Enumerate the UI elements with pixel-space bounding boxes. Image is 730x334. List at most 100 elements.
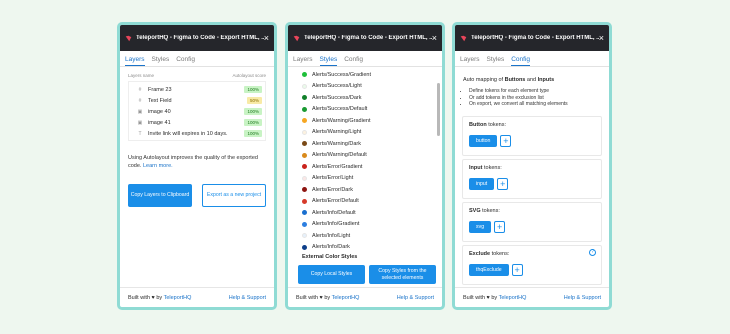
teleporthq-link[interactable]: TeleportHQ: [332, 295, 360, 301]
list-item[interactable]: Alerts/Error/Light: [302, 173, 442, 185]
list-item[interactable]: Alerts/Success/Light: [302, 81, 442, 93]
list-item[interactable]: Alerts/Info/Light: [302, 230, 442, 242]
color-swatch-icon: [302, 244, 307, 250]
layer-name: Frame 23: [148, 86, 172, 93]
color-swatch-icon: [302, 221, 307, 227]
footer: Built with ♥ by TeleportHQ Help & Suppor…: [455, 287, 609, 307]
list-item[interactable]: Alerts/Success/Default: [302, 104, 442, 116]
close-icon[interactable]: ×: [432, 33, 437, 43]
tab-layers[interactable]: Layers: [293, 51, 313, 66]
layers-actions: Copy Layers to Clipboard Export as a new…: [128, 184, 266, 207]
tab-styles[interactable]: Styles: [319, 51, 338, 66]
help-support-link[interactable]: Help & Support: [397, 295, 434, 301]
style-name: Alerts/Warning/Gradient: [312, 117, 371, 124]
export-project-button[interactable]: Export as a new project: [202, 184, 266, 207]
tab-config[interactable]: Config: [511, 51, 531, 66]
color-swatch-icon: [302, 152, 307, 158]
color-swatch-icon: [302, 106, 307, 112]
copy-selected-styles-button[interactable]: Copy Styles from the selected elements: [369, 265, 436, 284]
teleporthq-link[interactable]: TeleportHQ: [499, 295, 527, 301]
score-badge: 100%: [244, 119, 262, 126]
layers-name-header: Layers name: [128, 73, 155, 78]
heart-icon: ♥: [319, 294, 323, 301]
window-title: TeleportHQ - Figma to Code - Export HTML…: [304, 35, 432, 41]
help-support-link[interactable]: Help & Support: [229, 295, 266, 301]
style-name: Alerts/Error/Gradient: [312, 163, 363, 170]
token-chip[interactable]: thqExclude: [469, 263, 509, 276]
list-item[interactable]: Alerts/Warning/Default: [302, 150, 442, 162]
frame-icon: #: [138, 97, 142, 104]
list-item[interactable]: Alerts/Warning/Gradient: [302, 115, 442, 127]
learn-more-link[interactable]: Learn more.: [143, 163, 173, 169]
token-chip[interactable]: input: [469, 177, 495, 190]
style-name: Alerts/Success/Gradient: [312, 71, 371, 78]
score-badge: 50%: [246, 97, 262, 104]
layer-name: Invite link will expires in 10 days.: [148, 130, 228, 137]
tab-layers[interactable]: Layers: [460, 51, 480, 66]
footer: Built with ♥ by TeleportHQ Help & Suppor…: [288, 287, 442, 307]
title-bar: TeleportHQ - Figma to Code - Export HTML…: [120, 25, 274, 51]
style-name: Alerts/Warning/Default: [312, 152, 367, 159]
add-token-icon[interactable]: +: [500, 134, 512, 147]
style-name: Alerts/Warning/Dark: [312, 140, 362, 147]
config-bullets: Define tokens for each element type Or a…: [469, 88, 601, 108]
config-intro: Auto mapping of Buttons and Inputs: [463, 77, 555, 83]
help-icon[interactable]: ?: [589, 248, 596, 256]
add-token-icon[interactable]: +: [511, 263, 523, 276]
tab-layers[interactable]: Layers: [125, 51, 145, 66]
copy-layers-button[interactable]: Copy Layers to Clipboard: [128, 184, 192, 207]
layers-list: # Frame 23 100% # Text Field 50% ▣ image…: [128, 82, 266, 141]
list-item[interactable]: Alerts/Error/Default: [302, 196, 442, 208]
list-item[interactable]: Alerts/Error/Dark: [302, 184, 442, 196]
color-swatch-icon: [302, 210, 307, 216]
tab-bar: Layers Styles Config: [288, 51, 442, 67]
tab-styles[interactable]: Styles: [487, 51, 505, 66]
color-swatch-icon: [302, 198, 307, 204]
score-badge: 100%: [244, 130, 262, 137]
style-name: Alerts/Error/Light: [312, 175, 354, 182]
tab-config[interactable]: Config: [176, 51, 195, 66]
autolayout-note: Using Autolayout improves the quality of…: [128, 155, 266, 170]
color-swatch-icon: [302, 233, 307, 239]
list-item[interactable]: Alerts/Warning/Light: [302, 127, 442, 139]
copy-local-styles-button[interactable]: Copy Local Styles: [298, 265, 365, 284]
token-chip[interactable]: svg: [469, 220, 492, 233]
heart-icon: ♥: [151, 294, 155, 301]
style-name: Alerts/Success/Dark: [312, 94, 362, 101]
table-row[interactable]: ▣ image 40 100%: [129, 106, 265, 117]
autolayout-score-header: Autolayout score: [232, 73, 266, 78]
window-title: TeleportHQ - Figma to Code - Export HTML…: [136, 35, 264, 41]
list-item[interactable]: Alerts/Info/Gradient: [302, 219, 442, 231]
text-icon: T: [138, 130, 142, 137]
layers-table-header: Layers name Autolayout score: [128, 73, 266, 82]
close-icon[interactable]: ×: [599, 33, 604, 43]
style-name: Alerts/Error/Dark: [312, 186, 353, 193]
table-row[interactable]: # Frame 23 100%: [129, 84, 265, 95]
teleporthq-link[interactable]: TeleportHQ: [164, 295, 192, 301]
list-item[interactable]: Alerts/Warning/Dark: [302, 138, 442, 150]
add-token-icon[interactable]: +: [497, 177, 509, 190]
token-chip[interactable]: button: [469, 134, 498, 147]
list-item[interactable]: Alerts/Info/Dark: [302, 242, 442, 254]
list-item[interactable]: Alerts/Info/Default: [302, 207, 442, 219]
list-item[interactable]: Alerts/Success/Dark: [302, 92, 442, 104]
help-support-link[interactable]: Help & Support: [564, 295, 601, 301]
scrollbar[interactable]: [437, 83, 440, 136]
layer-name: image 41: [148, 119, 171, 126]
table-row[interactable]: ▣ image 41 100%: [129, 117, 265, 128]
table-row[interactable]: # Text Field 50%: [129, 95, 265, 106]
color-swatch-icon: [302, 164, 307, 170]
built-with-text: Built with ♥ by TeleportHQ: [463, 294, 527, 301]
table-row[interactable]: T Invite link will expires in 10 days. 1…: [129, 128, 265, 139]
tab-styles[interactable]: Styles: [152, 51, 170, 66]
color-swatch-icon: [302, 129, 307, 135]
built-with-text: Built with ♥ by TeleportHQ: [296, 294, 360, 301]
plugin-window-styles: TeleportHQ - Figma to Code - Export HTML…: [285, 22, 445, 310]
list-item[interactable]: Alerts/Error/Gradient: [302, 161, 442, 173]
teleporthq-logo-icon: [293, 35, 300, 41]
add-token-icon[interactable]: +: [494, 220, 506, 233]
tab-config[interactable]: Config: [344, 51, 363, 66]
close-icon[interactable]: ×: [264, 33, 269, 43]
style-name: Alerts/Error/Default: [312, 198, 359, 205]
list-item[interactable]: Alerts/Success/Gradient: [302, 69, 442, 81]
